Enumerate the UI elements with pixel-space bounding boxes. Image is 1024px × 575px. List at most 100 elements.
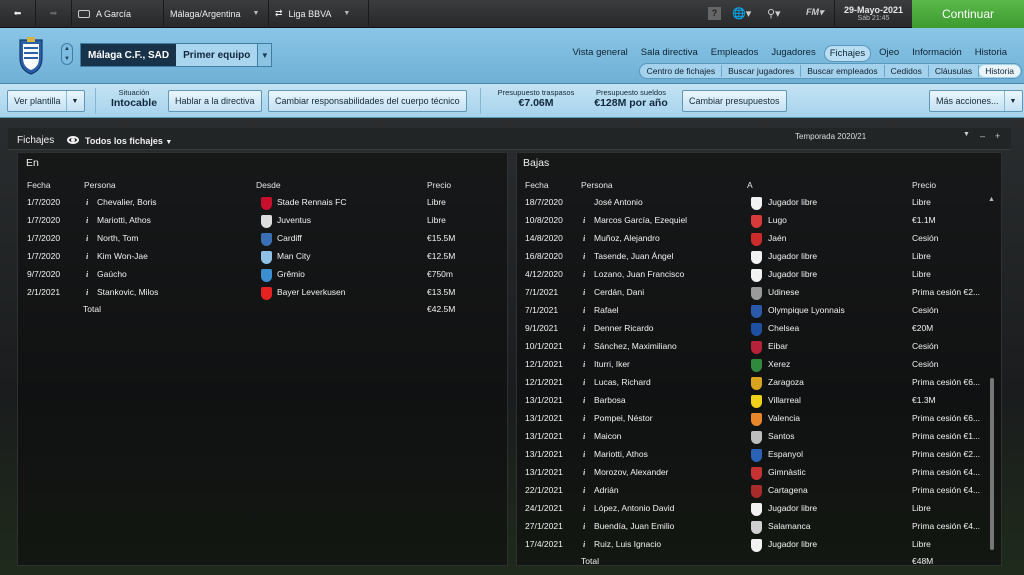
info-icon[interactable]: i	[583, 449, 585, 459]
chevron-down-icon[interactable]: ▼	[257, 44, 272, 66]
nav-vista-general[interactable]: Vista general	[567, 45, 632, 62]
subnav-cedidos[interactable]: Cedidos	[885, 65, 929, 77]
row-person-name[interactable]: Sánchez, Maximiliano	[594, 341, 744, 351]
nav-fichajes[interactable]: Fichajes	[823, 45, 872, 62]
info-icon[interactable]: i	[583, 503, 585, 513]
info-icon[interactable]: i	[86, 215, 88, 225]
table-row[interactable]: 13/1/2021 i Morozov, Alexander Gimnàstic Pri…	[516, 464, 986, 482]
back-arrow-icon[interactable]: ⬅	[0, 0, 36, 28]
table-row[interactable]: 13/1/2021 i Barbosa Villarreal €1.3M	[516, 392, 986, 410]
info-icon[interactable]: i	[583, 215, 585, 225]
row-club-name[interactable]: Lugo	[768, 215, 908, 225]
row-club-name[interactable]: Jugador libre	[768, 197, 908, 207]
row-club-name[interactable]: Jugador libre	[768, 269, 908, 279]
table-row[interactable]: 13/1/2021 i Pompei, Néstor Valencia Prima ce…	[516, 410, 986, 428]
row-person-name[interactable]: Cerdán, Dani	[594, 287, 744, 297]
row-person-name[interactable]: Chevalier, Boris	[97, 197, 247, 207]
subnav-buscar-jugadores[interactable]: Buscar jugadores	[722, 65, 802, 77]
table-row[interactable]: 1/7/2020 i Mariotti, Athos Juventus Libre	[17, 212, 507, 230]
table-row[interactable]: 4/12/2020 i Lozano, Juan Francisco Jugador …	[516, 266, 986, 284]
row-person-name[interactable]: Tasende, Juan Ángel	[594, 251, 744, 261]
row-club-name[interactable]: Jaén	[768, 233, 908, 243]
info-icon[interactable]: i	[583, 305, 585, 315]
breadcrumb-league[interactable]: ⇄ Liga BBVA ▼	[269, 0, 369, 28]
info-icon[interactable]: i	[86, 287, 88, 297]
nav-sala-directiva[interactable]: Sala directiva	[636, 45, 703, 62]
row-club-name[interactable]: Zaragoza	[768, 377, 908, 387]
subnav-buscar-empleados[interactable]: Buscar empleados	[801, 65, 885, 77]
season-selector[interactable]: Temporada 2020/21	[795, 132, 866, 141]
info-icon[interactable]: i	[583, 251, 585, 261]
table-row[interactable]: 7/1/2021 i Rafael Olympique Lyonnais Cesión	[516, 302, 986, 320]
bajas-header-a[interactable]: A	[747, 180, 753, 190]
nav-jugadores[interactable]: Jugadores	[766, 45, 820, 62]
bajas-header-precio[interactable]: Precio	[912, 180, 936, 190]
nav-ojeo[interactable]: Ojeo	[874, 45, 904, 62]
row-person-name[interactable]: Lozano, Juan Francisco	[594, 269, 744, 279]
row-club-name[interactable]: Cartagena	[768, 485, 908, 495]
table-row[interactable]: 17/4/2021 i Ruiz, Luis Ignacio Jugador libr…	[516, 536, 986, 554]
fm-menu[interactable]: FM▾	[806, 7, 824, 18]
en-header-desde[interactable]: Desde	[256, 180, 281, 190]
search-icon[interactable]: ⚲▾	[767, 7, 781, 20]
row-club-name[interactable]: Salamanca	[768, 521, 908, 531]
info-icon[interactable]: i	[583, 377, 585, 387]
row-club-name[interactable]: Chelsea	[768, 323, 908, 333]
cambiar-presupuestos-button[interactable]: Cambiar presupuestos	[682, 90, 787, 112]
info-icon[interactable]: i	[583, 431, 585, 441]
table-row[interactable]: 12/1/2021 i Lucas, Richard Zaragoza Prima ce…	[516, 374, 986, 392]
table-row[interactable]: 16/8/2020 i Tasende, Juan Ángel Jugador lib…	[516, 248, 986, 266]
row-club-name[interactable]: Santos	[768, 431, 908, 441]
row-club-name[interactable]: Olympique Lyonnais	[768, 305, 908, 315]
row-club-name[interactable]: Cardiff	[277, 233, 417, 243]
table-row[interactable]: 1/7/2020 i North, Tom Cardiff €15.5M	[17, 230, 507, 248]
table-row[interactable]: 22/1/2021 i Adrián Cartagena Prima cesión €4…	[516, 482, 986, 500]
row-person-name[interactable]: Buendía, Juan Emilio	[594, 521, 744, 531]
filter-dropdown[interactable]: Todos los fichajes ▼	[85, 136, 172, 146]
info-icon[interactable]: i	[583, 287, 585, 297]
row-person-name[interactable]: Denner Ricardo	[594, 323, 744, 333]
row-person-name[interactable]: Lucas, Richard	[594, 377, 744, 387]
table-row[interactable]: 10/8/2020 i Marcos García, Ezequiel Lugo €1.…	[516, 212, 986, 230]
en-header-precio[interactable]: Precio	[427, 180, 451, 190]
row-person-name[interactable]: Maicon	[594, 431, 744, 441]
info-icon[interactable]: i	[86, 269, 88, 279]
row-person-name[interactable]: José Antonio	[594, 197, 744, 207]
row-club-name[interactable]: Bayer Leverkusen	[277, 287, 417, 297]
info-icon[interactable]: i	[86, 197, 88, 207]
row-person-name[interactable]: North, Tom	[97, 233, 247, 243]
mas-acciones-button[interactable]: Más acciones... ▼	[929, 90, 1024, 112]
table-row[interactable]: 1/7/2020 i Kim Won-Jae Man City €12.5M	[17, 248, 507, 266]
table-row[interactable]: 13/1/2021 i Mariotti, Athos Espanyol Prima c…	[516, 446, 986, 464]
row-person-name[interactable]: Muñoz, Alejandro	[594, 233, 744, 243]
row-club-name[interactable]: Jugador libre	[768, 503, 908, 513]
row-person-name[interactable]: Adrián	[594, 485, 744, 495]
row-club-name[interactable]: Grêmio	[277, 269, 417, 279]
info-icon[interactable]: i	[583, 539, 585, 549]
forward-arrow-icon[interactable]: ➡	[36, 0, 72, 28]
row-person-name[interactable]: Rafael	[594, 305, 744, 315]
row-club-name[interactable]: Juventus	[277, 215, 417, 225]
bajas-header-fecha[interactable]: Fecha	[525, 180, 549, 190]
game-date[interactable]: 29-Mayo-2021 Sáb 21:45	[834, 0, 912, 28]
eye-icon[interactable]	[67, 136, 79, 144]
info-icon[interactable]: i	[86, 251, 88, 261]
row-person-name[interactable]: Gaúcho	[97, 269, 247, 279]
row-club-name[interactable]: Valencia	[768, 413, 908, 423]
cambiar-responsabilidades-button[interactable]: Cambiar responsabilidades del cuerpo téc…	[268, 90, 467, 112]
row-person-name[interactable]: Ruiz, Luis Ignacio	[594, 539, 744, 549]
row-club-name[interactable]: Xerez	[768, 359, 908, 369]
table-row[interactable]: 12/1/2021 i Iturri, Iker Xerez Cesión	[516, 356, 986, 374]
table-row[interactable]: 27/1/2021 i Buendía, Juan Emilio Salamanca P…	[516, 518, 986, 536]
row-club-name[interactable]: Gimnàstic	[768, 467, 908, 477]
continue-button[interactable]: Continuar	[912, 0, 1024, 28]
info-icon[interactable]: i	[583, 467, 585, 477]
table-row[interactable]: 7/1/2021 i Cerdán, Dani Udinese Prima cesión…	[516, 284, 986, 302]
info-icon[interactable]: i	[583, 323, 585, 333]
table-row[interactable]: 2/1/2021 i Stankovic, Milos Bayer Leverkuse…	[17, 284, 507, 302]
minimize-icon[interactable]: –	[980, 131, 985, 141]
row-person-name[interactable]: López, Antonio David	[594, 503, 744, 513]
row-club-name[interactable]: Udinese	[768, 287, 908, 297]
row-club-name[interactable]: Stade Rennais FC	[277, 197, 417, 207]
row-person-name[interactable]: Morozov, Alexander	[594, 467, 744, 477]
